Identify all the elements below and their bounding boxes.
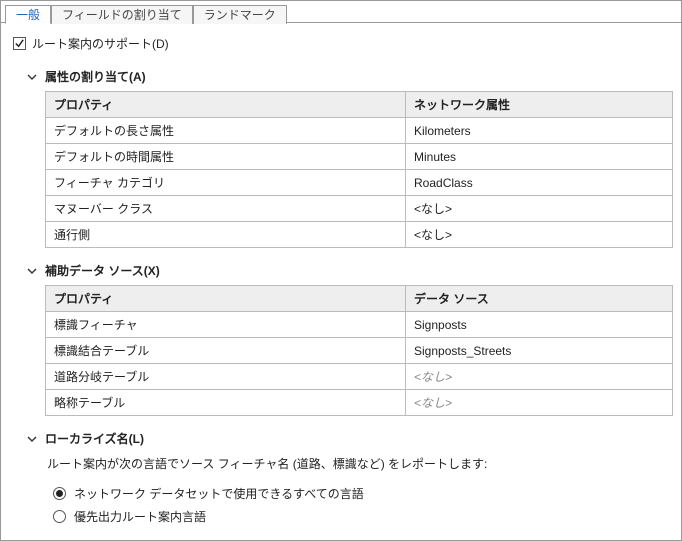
cell-value[interactable]: Minutes — [406, 144, 673, 170]
table-row: デフォルトの時間属性 Minutes — [46, 144, 673, 170]
tab-label: フィールドの割り当て — [62, 8, 182, 22]
localization-description: ルート案内が次の言語でソース フィーチャ名 (道路、標識など) をレポートします… — [45, 453, 677, 482]
table-row: フィーチャ カテゴリ RoadClass — [46, 170, 673, 196]
radio-icon — [53, 510, 66, 523]
cell-property: マヌーバー クラス — [46, 196, 406, 222]
radio-label: 優先出力ルート案内言語 — [74, 508, 206, 525]
attributes-table: プロパティ ネットワーク属性 デフォルトの長さ属性 Kilometers デフォ… — [45, 91, 673, 248]
table-row: デフォルトの長さ属性 Kilometers — [46, 118, 673, 144]
cell-value[interactable]: Signposts_Streets — [406, 338, 673, 364]
chevron-down-icon — [27, 72, 37, 82]
cell-property: 道路分岐テーブル — [46, 364, 406, 390]
section-title: 補助データ ソース(X) — [45, 262, 160, 279]
table-row: 標識フィーチャ Signposts — [46, 312, 673, 338]
chevron-down-icon — [27, 266, 37, 276]
col-header-attribute: ネットワーク属性 — [406, 92, 673, 118]
tab-field-mapping[interactable]: フィールドの割り当て — [51, 5, 193, 24]
checkbox-icon — [13, 37, 26, 50]
cell-property: デフォルトの時間属性 — [46, 144, 406, 170]
checkbox-label: ルート案内のサポート(D) — [32, 35, 169, 52]
tab-panel-general: ルート案内のサポート(D) 属性の割り当て(A) プロパティ ネットワーク属性 — [1, 23, 681, 541]
tab-label: ランドマーク — [204, 8, 276, 22]
tab-landmarks[interactable]: ランドマーク — [193, 5, 287, 24]
table-row: マヌーバー クラス <なし> — [46, 196, 673, 222]
cell-property: 標識フィーチャ — [46, 312, 406, 338]
dialog-panel: 一般 フィールドの割り当て ランドマーク ルート案内のサポート(D) — [0, 0, 682, 541]
section-title: 属性の割り当て(A) — [45, 68, 146, 85]
radio-icon — [53, 487, 66, 500]
cell-value[interactable]: Signposts — [406, 312, 673, 338]
table-row: 道路分岐テーブル <なし> — [46, 364, 673, 390]
col-header-source: データ ソース — [406, 286, 673, 312]
cell-value[interactable]: <なし> — [406, 390, 673, 416]
cell-value[interactable]: <なし> — [406, 222, 673, 248]
section-body-attributes: プロパティ ネットワーク属性 デフォルトの長さ属性 Kilometers デフォ… — [27, 91, 677, 248]
cell-value[interactable]: <なし> — [406, 364, 673, 390]
cell-property: デフォルトの長さ属性 — [46, 118, 406, 144]
auxiliary-table: プロパティ データ ソース 標識フィーチャ Signposts 標識結合テーブル… — [45, 285, 673, 416]
cell-value[interactable]: RoadClass — [406, 170, 673, 196]
cell-property: フィーチャ カテゴリ — [46, 170, 406, 196]
section-attributes: 属性の割り当て(A) プロパティ ネットワーク属性 デフォルトの長さ属性 K — [27, 64, 677, 248]
section-header-localization[interactable]: ローカライズ名(L) — [27, 426, 677, 453]
cell-property: 標識結合テーブル — [46, 338, 406, 364]
section-title: ローカライズ名(L) — [45, 430, 144, 447]
tabstrip: 一般 フィールドの割り当て ランドマーク — [1, 1, 681, 23]
table-row: 通行側 <なし> — [46, 222, 673, 248]
section-body-localization: ルート案内が次の言語でソース フィーチャ名 (道路、標識など) をレポートします… — [27, 453, 677, 528]
table-row: 略称テーブル <なし> — [46, 390, 673, 416]
cell-value[interactable]: Kilometers — [406, 118, 673, 144]
table-header-row: プロパティ データ ソース — [46, 286, 673, 312]
tab-general[interactable]: 一般 — [5, 5, 51, 24]
radio-all-languages[interactable]: ネットワーク データセットで使用できるすべての言語 — [45, 482, 677, 505]
cell-value[interactable]: <なし> — [406, 196, 673, 222]
support-directions-checkbox[interactable]: ルート案内のサポート(D) — [5, 33, 677, 60]
radio-label: ネットワーク データセットで使用できるすべての言語 — [74, 485, 364, 502]
cell-property: 略称テーブル — [46, 390, 406, 416]
section-localization: ローカライズ名(L) ルート案内が次の言語でソース フィーチャ名 (道路、標識な… — [27, 426, 677, 528]
col-header-property: プロパティ — [46, 92, 406, 118]
table-header-row: プロパティ ネットワーク属性 — [46, 92, 673, 118]
radio-preferred-language[interactable]: 優先出力ルート案内言語 — [45, 505, 677, 528]
table-row: 標識結合テーブル Signposts_Streets — [46, 338, 673, 364]
radio-selected-dot — [56, 490, 63, 497]
tab-label: 一般 — [16, 8, 40, 22]
section-body-auxiliary: プロパティ データ ソース 標識フィーチャ Signposts 標識結合テーブル… — [27, 285, 677, 416]
col-header-property: プロパティ — [46, 286, 406, 312]
section-header-auxiliary[interactable]: 補助データ ソース(X) — [27, 258, 677, 285]
section-auxiliary: 補助データ ソース(X) プロパティ データ ソース 標識フィーチャ Sig — [27, 258, 677, 416]
cell-property: 通行側 — [46, 222, 406, 248]
section-header-attributes[interactable]: 属性の割り当て(A) — [27, 64, 677, 91]
chevron-down-icon — [27, 434, 37, 444]
